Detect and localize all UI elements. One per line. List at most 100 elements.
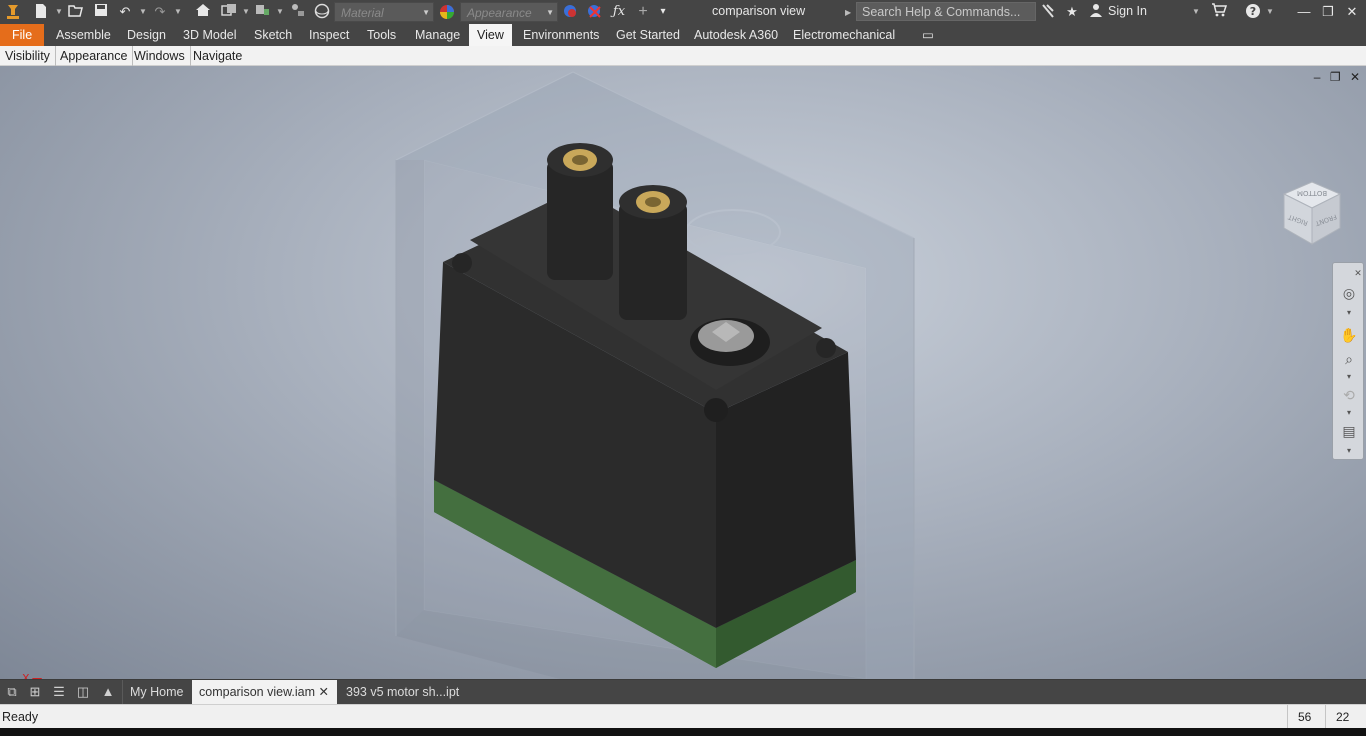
tab-design[interactable]: Design bbox=[119, 24, 174, 46]
steering-wheel-dropdown-icon[interactable]: ▾ bbox=[1339, 303, 1359, 323]
restore-icon[interactable]: ❐ bbox=[1320, 3, 1336, 21]
tab-inspect[interactable]: Inspect bbox=[301, 24, 357, 46]
appearance-color-icon[interactable] bbox=[438, 3, 456, 21]
undo-icon[interactable]: ↶ bbox=[116, 3, 134, 21]
tab-tools[interactable]: Tools bbox=[359, 24, 404, 46]
doc-tab-comparison-view[interactable]: comparison view.iam ✕ bbox=[192, 680, 337, 704]
home-icon[interactable] bbox=[194, 3, 212, 21]
measure-icon[interactable] bbox=[289, 3, 307, 21]
orbit-dropdown-icon[interactable]: ▾ bbox=[1339, 403, 1359, 423]
sign-in-link[interactable]: Sign In bbox=[1108, 4, 1147, 18]
redo-icon[interactable]: ↷ bbox=[151, 3, 169, 21]
status-cell-documents: 22 bbox=[1325, 705, 1359, 729]
connector-post-2 bbox=[619, 185, 687, 320]
axis-triad: X Z Y bbox=[22, 672, 42, 679]
document-list-icon[interactable]: ▲ bbox=[99, 684, 117, 700]
appearance-combo-text: Appearance bbox=[467, 6, 532, 20]
redo-dropdown-icon[interactable]: ▼ bbox=[174, 4, 182, 20]
tab-electromechanical[interactable]: Electromechanical bbox=[785, 24, 903, 46]
new-dropdown-icon[interactable]: ▼ bbox=[55, 4, 63, 20]
user-icon[interactable] bbox=[1088, 3, 1104, 21]
search-expand-icon[interactable]: ▶ bbox=[845, 5, 851, 21]
navbar-customize-icon[interactable]: ▾ bbox=[1339, 441, 1359, 461]
axis-x-label: X bbox=[22, 672, 30, 679]
ribbon-minimize-icon[interactable]: ▭ ▾ bbox=[914, 24, 948, 64]
zoom-icon[interactable]: ⌕ bbox=[1339, 349, 1359, 369]
document-tab-bar: ⧉ ⊞ ☰ ◫ ▲ My Home comparison view.iam ✕ … bbox=[0, 680, 1366, 704]
add-icon[interactable]: + bbox=[634, 3, 652, 21]
svg-text:?: ? bbox=[1250, 5, 1256, 18]
doc-tab-motor-part[interactable]: 393 v5 motor sh...ipt bbox=[339, 680, 466, 704]
tab-3d-model[interactable]: 3D Model bbox=[175, 24, 245, 46]
material-dropdown-icon: ▼ bbox=[422, 8, 430, 17]
doc-tab-my-home[interactable]: My Home bbox=[122, 680, 190, 704]
tab-manage[interactable]: Manage bbox=[407, 24, 468, 46]
customize-icon[interactable]: ▾ bbox=[656, 3, 670, 21]
pan-icon[interactable]: ✋ bbox=[1339, 325, 1359, 345]
clear-override-icon[interactable] bbox=[586, 3, 604, 21]
cart-icon[interactable] bbox=[1210, 3, 1228, 21]
help-icon[interactable]: ? bbox=[1244, 3, 1262, 21]
panel-appearance[interactable]: Appearance bbox=[55, 46, 134, 66]
navbar-close-icon[interactable]: ✕ bbox=[1353, 263, 1363, 283]
panel-windows[interactable]: Windows bbox=[129, 46, 191, 66]
viewcube-face-bottom: BOTTOM bbox=[1297, 189, 1327, 197]
panel-visibility[interactable]: Visibility bbox=[0, 46, 56, 66]
star-icon[interactable]: ★ bbox=[1064, 3, 1080, 21]
title-bar: ▼ ↶ ▼ ↷ ▼ ▼ ▼ Material ▼ Appearance ▼ ƒx… bbox=[0, 0, 1366, 24]
doc-tab-label: comparison view.iam bbox=[199, 685, 316, 699]
tab-get-started[interactable]: Get Started bbox=[608, 24, 688, 46]
ribbon-panel-bar: Visibility Appearance Windows Navigate bbox=[0, 46, 1366, 66]
return-icon[interactable] bbox=[220, 3, 238, 21]
status-bar: Ready 56 22 bbox=[0, 704, 1366, 729]
ribbon-tabs: File Assemble Design 3D Model Sketch Ins… bbox=[0, 24, 1366, 64]
tab-assemble[interactable]: Assemble bbox=[48, 24, 119, 46]
model-render[interactable] bbox=[0, 66, 1366, 679]
panel-navigate[interactable]: Navigate bbox=[188, 46, 247, 66]
status-cell-occurrences: 56 bbox=[1287, 705, 1321, 729]
status-text: Ready bbox=[2, 710, 39, 724]
save-icon[interactable] bbox=[92, 3, 110, 21]
tab-autodesk-a360[interactable]: Autodesk A360 bbox=[686, 24, 786, 46]
return-dropdown-icon[interactable]: ▼ bbox=[242, 4, 250, 20]
search-binoculars-icon[interactable] bbox=[1040, 3, 1056, 21]
search-input[interactable]: Search Help & Commands... bbox=[856, 2, 1036, 21]
output-shaft bbox=[690, 318, 770, 366]
navigation-bar: ✕ ◎ ▾ ✋ ⌕ ▾ ⟲ ▾ ▤ ▾ bbox=[1332, 262, 1364, 460]
arrange-vertical-icon[interactable]: ◫ bbox=[74, 684, 92, 700]
doc-tab-close-icon[interactable]: ✕ bbox=[319, 680, 329, 704]
tab-view[interactable]: View bbox=[469, 24, 512, 46]
signin-dropdown-icon[interactable]: ▼ bbox=[1192, 4, 1200, 20]
select-dropdown-icon[interactable]: ▼ bbox=[276, 4, 284, 20]
minimize-icon[interactable]: — bbox=[1296, 3, 1312, 21]
appearance-combo[interactable]: Appearance ▼ bbox=[460, 2, 558, 22]
appearance-sphere-icon[interactable] bbox=[313, 3, 331, 21]
tab-sketch[interactable]: Sketch bbox=[246, 24, 300, 46]
tab-environments[interactable]: Environments bbox=[515, 24, 607, 46]
function-icon[interactable]: ƒx bbox=[610, 3, 628, 21]
view-face-icon[interactable]: ▤ bbox=[1339, 421, 1359, 441]
arrange-horizontal-icon[interactable]: ☰ bbox=[50, 684, 68, 700]
help-dropdown-icon[interactable]: ▼ bbox=[1266, 4, 1274, 20]
material-combo-text: Material bbox=[341, 6, 384, 20]
color-override-icon[interactable] bbox=[562, 3, 580, 21]
app-logo-icon[interactable] bbox=[4, 3, 22, 21]
tile-windows-icon[interactable]: ⊞ bbox=[26, 684, 44, 700]
open-icon[interactable] bbox=[67, 3, 85, 21]
os-taskbar bbox=[0, 728, 1366, 736]
undo-dropdown-icon[interactable]: ▼ bbox=[139, 4, 147, 20]
graphics-viewport[interactable]: – ❐ ✕ BOTTOM RIGHT FRONT ✕ ◎ ▾ ✋ ⌕ ▾ ⟲ ▾… bbox=[0, 66, 1366, 679]
cascade-windows-icon[interactable]: ⧉ bbox=[3, 684, 21, 700]
tab-file[interactable]: File bbox=[0, 24, 44, 46]
viewcube[interactable]: BOTTOM RIGHT FRONT bbox=[1280, 178, 1344, 248]
appearance-dropdown-icon: ▼ bbox=[546, 8, 554, 17]
material-combo[interactable]: Material ▼ bbox=[334, 2, 434, 22]
orbit-icon[interactable]: ⟲ bbox=[1339, 385, 1359, 405]
steering-wheel-icon[interactable]: ◎ bbox=[1339, 283, 1359, 303]
select-icon[interactable] bbox=[254, 3, 272, 21]
window-title: comparison view bbox=[712, 4, 806, 18]
close-icon[interactable]: ✕ bbox=[1344, 3, 1360, 21]
zoom-dropdown-icon[interactable]: ▾ bbox=[1339, 367, 1359, 387]
new-icon[interactable] bbox=[32, 3, 50, 21]
connector-post-1 bbox=[547, 143, 613, 280]
